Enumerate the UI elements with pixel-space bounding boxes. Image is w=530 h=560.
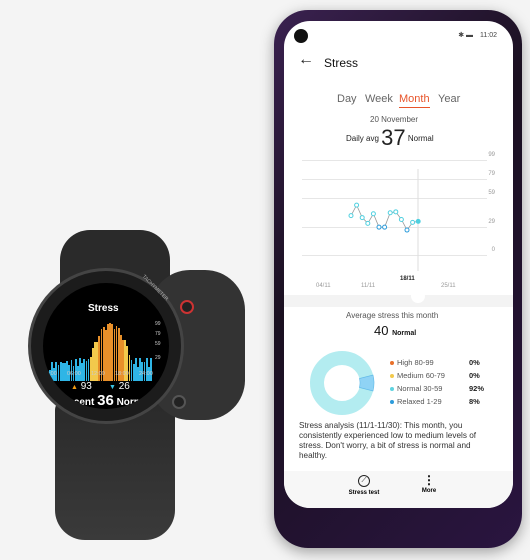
data-point[interactable] xyxy=(370,211,376,217)
watch-recent-status: Normal xyxy=(116,397,152,408)
line-plot xyxy=(348,169,421,271)
watch-y-tick: 79 xyxy=(155,331,161,337)
phone-screen: 11:02 ✱ ▬ ← Stress Day Week Month Year 2… xyxy=(284,21,513,508)
data-point[interactable] xyxy=(404,227,410,233)
watch-crown-bottom[interactable] xyxy=(172,395,186,409)
more-vertical-icon: ⋮ xyxy=(423,473,435,487)
watch-x-tick: 18:00 xyxy=(115,371,129,377)
watch-low-value: 26 xyxy=(118,381,130,392)
watch-y-tick: 29 xyxy=(155,355,161,361)
legend-label: High 80-99 xyxy=(397,358,434,367)
legend-percent: 92% xyxy=(469,384,485,393)
watch-recent: Recent 36 Normal xyxy=(43,393,169,409)
stress-donut-chart xyxy=(310,351,375,415)
data-point[interactable] xyxy=(348,213,354,219)
legend-label: Relaxed 1-29 xyxy=(397,397,442,406)
month-avg-label: Average stress this month xyxy=(346,311,439,320)
watch-high-value: 93 xyxy=(80,381,92,392)
data-point[interactable] xyxy=(415,218,421,224)
legend-label: Normal 30-59 xyxy=(397,384,443,393)
legend-percent: 0% xyxy=(469,358,480,367)
watch-title: Stress xyxy=(88,303,119,314)
chart-divider xyxy=(284,295,513,307)
data-point[interactable] xyxy=(382,224,388,230)
legend-label: Medium 60-79 xyxy=(397,371,445,380)
stress-test-button[interactable]: ⟋ Stress test xyxy=(339,475,389,496)
watch-y-tick: 59 xyxy=(155,341,161,347)
donut-normal xyxy=(310,351,374,415)
stress-test-label: Stress test xyxy=(348,490,380,496)
watch-x-tick: 24:00 xyxy=(139,371,153,377)
watch-recent-value: 36 xyxy=(97,392,114,409)
data-point[interactable] xyxy=(365,220,371,226)
watch-x-tick: 06:00 xyxy=(67,371,81,377)
more-button[interactable]: ⋮ More xyxy=(404,473,454,494)
watch-x-tick: 12:00 xyxy=(91,371,105,377)
month-avg-status: Normal xyxy=(392,330,417,337)
watch-low: ▼ 26 xyxy=(109,381,130,392)
legend-percent: 8% xyxy=(469,397,480,406)
data-point[interactable] xyxy=(376,224,382,230)
month-avg-value: 40 xyxy=(374,323,389,338)
watch-high: ▲ 93 xyxy=(71,381,92,392)
watch-screen: Stress 00:00 06:00 12:00 18:00 24:00 99 79 59 29… xyxy=(43,283,169,409)
chart-scrubber-handle[interactable] xyxy=(411,289,425,303)
data-point[interactable] xyxy=(410,219,416,225)
data-point[interactable] xyxy=(393,209,399,215)
watch-x-tick: 00:00 xyxy=(43,371,57,377)
watch-bar xyxy=(150,357,152,381)
legend-dot xyxy=(390,400,394,404)
watch-recent-label: Recent xyxy=(60,397,95,408)
legend-percent: 0% xyxy=(469,371,480,380)
data-point[interactable] xyxy=(398,216,404,222)
month-avg: 40 Normal xyxy=(374,323,416,338)
legend-dot xyxy=(390,387,394,391)
gauge-icon: ⟋ xyxy=(358,475,370,487)
bottom-bar: ⟋ Stress test ⋮ More xyxy=(284,471,513,508)
data-point[interactable] xyxy=(387,210,393,216)
watch-y-tick: 99 xyxy=(155,321,161,327)
watch-crown-top[interactable] xyxy=(180,300,194,314)
data-point[interactable] xyxy=(359,215,365,221)
data-point[interactable] xyxy=(354,202,360,208)
legend-dot xyxy=(390,361,394,365)
legend-dot xyxy=(390,374,394,378)
stress-analysis: Stress analysis (11/1-11/30): This month… xyxy=(299,421,477,460)
more-label: More xyxy=(421,488,437,494)
